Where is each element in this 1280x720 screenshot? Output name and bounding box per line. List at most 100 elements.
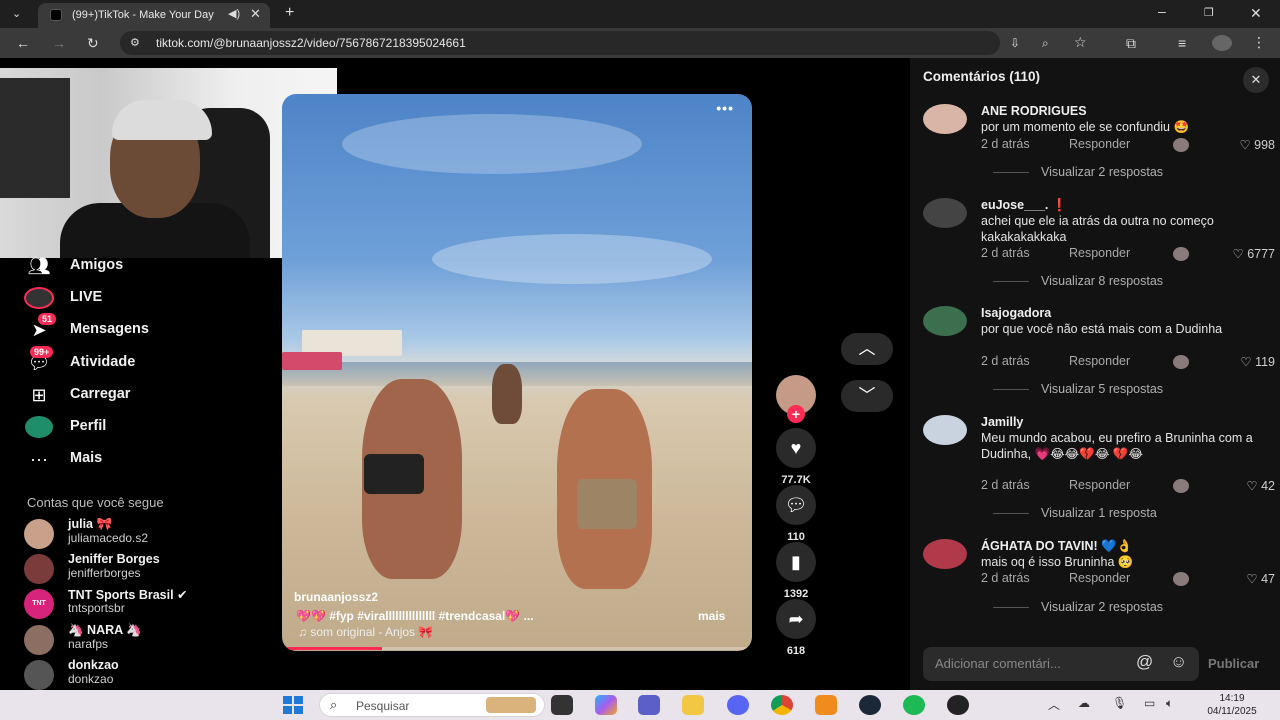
reply-button[interactable]: Responder	[1069, 246, 1130, 260]
comment-user[interactable]: Jamilly	[981, 415, 1023, 429]
cloud-icon[interactable]: ☁	[1078, 696, 1090, 710]
author-avatar-button[interactable]: +	[771, 375, 821, 423]
avatar[interactable]	[923, 306, 967, 336]
view-replies-button[interactable]: Visualizar 5 respostas	[993, 382, 1163, 396]
sidebar-item-friends[interactable]: 👥︎ Amigos	[22, 253, 242, 279]
view-replies-button[interactable]: Visualizar 1 resposta	[993, 506, 1157, 520]
view-replies-button[interactable]: Visualizar 2 respostas	[993, 600, 1163, 614]
close-window-icon[interactable]: ✕	[1250, 6, 1262, 20]
save-button[interactable]: ▮ 1392	[771, 542, 821, 600]
new-tab-icon[interactable]: +	[285, 5, 294, 21]
caption-more-link[interactable]: mais	[698, 609, 725, 623]
mention-icon[interactable]: @	[1136, 652, 1153, 672]
teams-icon[interactable]	[638, 695, 660, 715]
tab-search-icon[interactable]: ⌄	[12, 7, 21, 21]
following-account[interactable]: 🦄 NARA 🦄 narafps	[24, 623, 264, 655]
post-button[interactable]: Publicar	[1208, 656, 1259, 671]
windows-start-icon[interactable]	[283, 696, 303, 714]
comment-text: por um momento ele se confundiu 🤩	[981, 120, 1190, 134]
chrome-icon[interactable]	[771, 695, 793, 715]
browser-tab[interactable]: (99+)TikTok - Make Your Day ◀) ✕	[38, 3, 270, 28]
progress-fill	[282, 647, 382, 650]
file-explorer-icon[interactable]	[682, 695, 704, 715]
following-account[interactable]: donkzao donkzao	[24, 658, 264, 690]
app-icon[interactable]	[947, 695, 969, 715]
sidebar-item-more[interactable]: ··· Mais	[22, 446, 242, 472]
minimize-icon[interactable]: –	[1158, 4, 1166, 18]
comment-like-button[interactable]: ♡ 47	[1246, 571, 1275, 586]
profile-avatar-icon[interactable]	[1212, 35, 1232, 51]
sidebar-item-activity[interactable]: 💬︎ 99+ Atividade	[22, 346, 242, 376]
spotify-icon[interactable]	[903, 695, 925, 715]
comment-like-button[interactable]: ♡ 119	[1240, 354, 1275, 369]
site-info-icon[interactable]: ⚙	[130, 36, 140, 50]
video-menu-icon[interactable]: •••	[716, 100, 734, 116]
avatar[interactable]	[923, 539, 967, 569]
restore-icon[interactable]: ❐	[1204, 6, 1214, 20]
sidebar-item-messages[interactable]: ➤ 51 Mensagens	[22, 313, 242, 343]
share-button[interactable]: ➦ 618	[771, 599, 821, 657]
reply-button[interactable]: Responder	[1069, 478, 1130, 492]
view-replies-button[interactable]: Visualizar 2 respostas	[993, 165, 1163, 179]
reply-button[interactable]: Responder	[1069, 571, 1130, 585]
comment-like-button[interactable]: ♡ 6777	[1233, 246, 1276, 261]
discord-icon[interactable]	[727, 695, 749, 715]
speaker-icon[interactable]: ◀)	[228, 7, 240, 20]
omnibox[interactable]: ⚙ tiktok.com/@brunaanjossz2/video/756786…	[120, 31, 1087, 55]
sidebar-item-live[interactable]: LIVE	[22, 285, 242, 311]
app-icon[interactable]	[815, 695, 837, 715]
clock[interactable]: 14:19 04/11/2025	[1192, 692, 1272, 718]
avatar[interactable]	[923, 104, 967, 134]
url-text[interactable]: tiktok.com/@brunaanjossz2/video/75678672…	[156, 36, 466, 50]
like-button[interactable]: ♥ 77.7K	[771, 428, 821, 486]
progress-track[interactable]	[282, 647, 752, 650]
sidebar-item-upload[interactable]: ⊞ Carregar	[22, 382, 242, 408]
comment-text: Meu mundo acabou, eu prefiro a Bruninha …	[981, 431, 1253, 461]
comment-input[interactable]: Adicionar comentári... @ ☺	[923, 647, 1199, 681]
chevron-up-icon[interactable]: ︿	[1048, 696, 1060, 713]
reply-button[interactable]: Responder	[1069, 137, 1130, 151]
back-icon[interactable]: ←	[16, 36, 30, 50]
comment-user[interactable]: euJose___. ❗	[981, 198, 1067, 213]
sidebar-item-label: LIVE	[70, 289, 103, 305]
extensions-icon[interactable]: ⧉	[1126, 36, 1136, 50]
reload-icon[interactable]: ↻	[87, 36, 99, 50]
bookmark-star-icon[interactable]: ☆	[1074, 35, 1087, 49]
volume-icon[interactable]: 🔈︎	[1166, 696, 1173, 711]
emoji-icon[interactable]: ☺	[1170, 652, 1187, 672]
copilot-icon[interactable]	[595, 695, 617, 715]
menu-icon[interactable]: ⋮	[1252, 35, 1266, 49]
following-account[interactable]: julia 🎀 juliamacedo.s2	[24, 517, 264, 549]
comment-like-button[interactable]: ♡ 998	[1239, 137, 1275, 152]
zoom-icon[interactable]: ⌕	[1042, 36, 1049, 50]
media-control-icon[interactable]: ≡	[1178, 36, 1186, 50]
video-player[interactable]: ••• brunaanjossz2 💖💖 #fyp⁠ #virallllllll…	[282, 94, 752, 651]
comment-like-button[interactable]: ♡ 42	[1246, 478, 1275, 493]
following-account[interactable]: TNT TNT Sports Brasil ✔ tntsportsbr	[24, 587, 264, 619]
reply-button[interactable]: Responder	[1069, 354, 1130, 368]
follow-plus-icon[interactable]: +	[787, 405, 805, 423]
next-video-button[interactable]: ﹀	[841, 380, 893, 412]
close-tab-icon[interactable]: ✕	[250, 6, 261, 22]
comment-user[interactable]: ANE RODRIGUES	[981, 104, 1087, 118]
sound-label[interactable]: ♫ som original - Anjos 🎀	[298, 625, 433, 639]
forward-icon[interactable]: →	[52, 36, 66, 50]
previous-video-button[interactable]: ︿	[841, 333, 893, 365]
video-author[interactable]: brunaanjossz2	[294, 590, 378, 604]
comment-button[interactable]: 💬︎ 110	[771, 485, 821, 543]
taskbar-search[interactable]: ⌕ Pesquisar	[319, 693, 545, 717]
install-icon[interactable]: ⇩	[1010, 36, 1020, 50]
view-replies-button[interactable]: Visualizar 8 respostas	[993, 274, 1163, 288]
task-view-icon[interactable]	[551, 695, 573, 715]
steam-icon[interactable]	[859, 695, 881, 715]
microphone-icon[interactable]: 🎙︎	[1112, 696, 1127, 710]
avatar[interactable]	[923, 198, 967, 228]
comment-like-count: 119	[1255, 355, 1275, 369]
following-account[interactable]: Jeniffer Borges jenifferborges	[24, 552, 264, 584]
sidebar-item-profile[interactable]: Perfil	[22, 414, 242, 440]
comment-user[interactable]: ÁGHATA DO TAVIN! 💙👌	[981, 539, 1132, 554]
network-icon[interactable]: ▭	[1144, 696, 1155, 710]
close-icon[interactable]: ✕	[1243, 67, 1269, 93]
comment-user[interactable]: Isajogadora	[981, 306, 1051, 320]
avatar[interactable]	[923, 415, 967, 445]
